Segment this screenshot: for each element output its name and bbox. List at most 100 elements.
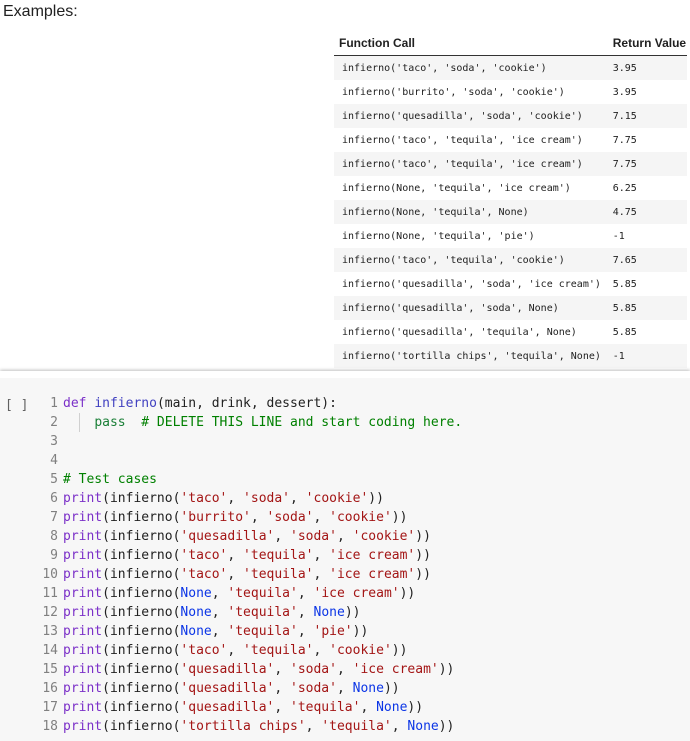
line-number: 10: [42, 567, 58, 582]
code-token: 'cookie': [329, 643, 392, 658]
code-token: print: [63, 605, 103, 620]
code-text: print(infierno('quesadilla', 'soda', 'ic…: [63, 660, 454, 679]
return-value-cell: 5.85: [603, 272, 687, 296]
code-token: 'soda': [290, 662, 337, 677]
return-value-cell: 5.85: [603, 320, 687, 344]
code-token: (infierno(: [102, 624, 181, 639]
code-token: 'taco': [180, 491, 228, 506]
code-token: 'tequila': [243, 643, 314, 658]
code-token: 'pie': [313, 624, 353, 639]
line-number: 11: [42, 586, 58, 601]
code-token: 'taco': [180, 548, 228, 563]
code-token: 'ice cream': [313, 586, 400, 601]
code-token: ,: [336, 529, 353, 544]
code-token: ,: [227, 491, 244, 506]
function-call-cell: infierno('taco', 'tequila', 'ice cream'): [334, 152, 604, 176]
code-token: infierno: [94, 396, 157, 411]
line-number: 9: [50, 548, 58, 563]
return-value-cell: 7.75: [603, 128, 687, 152]
code-text: print(infierno('tortilla chips', 'tequil…: [63, 717, 454, 736]
code-token: 'soda': [290, 681, 337, 696]
code-token: None: [352, 681, 384, 696]
code-token: ,: [274, 662, 290, 677]
code-token: (infierno(: [102, 529, 181, 544]
code-token: 'quesadilla': [180, 529, 275, 544]
code-token: ,: [211, 624, 228, 639]
code-token: ,: [211, 605, 228, 620]
run-cell-button[interactable]: [ ]: [5, 398, 28, 413]
code-token: None: [180, 624, 212, 639]
code-text: print(infierno('taco', 'tequila', 'cooki…: [63, 641, 407, 660]
code-token: (infierno(: [102, 491, 181, 506]
code-token: 'tequila': [243, 567, 314, 582]
header-function-call: Function Call: [334, 30, 604, 56]
code-token: ,: [274, 529, 290, 544]
code-token: (infierno(: [102, 586, 181, 601]
code-token: (infierno(: [102, 510, 181, 525]
code-text: pass # DELETE THIS LINE and start coding…: [63, 413, 462, 432]
code-token: 'soda': [243, 491, 291, 506]
code-text: print(infierno('quesadilla', 'soda', 'co…: [63, 527, 431, 546]
code-token: None: [180, 586, 212, 601]
table-row: infierno('taco', 'tequila', 'ice cream')…: [334, 128, 687, 152]
return-value-cell: 7.65: [603, 248, 687, 272]
code-token: 'tortilla chips': [180, 719, 306, 734]
line-number: 6: [50, 491, 58, 506]
code-token: (infierno(: [102, 662, 181, 677]
examples-table-body: infierno('taco', 'soda', 'cookie') 3.95 in…: [334, 55, 687, 368]
function-call-cell: infierno(None, 'tequila', 'pie'): [334, 224, 604, 248]
code-token: ,: [227, 548, 244, 563]
function-call-cell: infierno('taco', 'tequila', 'ice cream'): [334, 128, 604, 152]
code-token: print: [63, 548, 103, 563]
code-token: 'ice cream': [352, 662, 439, 677]
code-token: 'tequila': [290, 700, 361, 715]
code-text: print(infierno('taco', 'soda', 'cookie')…: [63, 489, 384, 508]
code-token: 'cookie': [352, 529, 416, 544]
function-call-cell: infierno('taco', 'soda', 'cookie'): [334, 55, 604, 80]
code-token: 'soda': [266, 510, 314, 525]
code-token: ,: [313, 567, 330, 582]
return-value-cell: 3.95: [603, 80, 687, 104]
code-token: 'quesadilla': [180, 681, 275, 696]
return-value-cell: -1: [603, 224, 687, 248]
code-token: )): [368, 491, 384, 506]
code-token: ,: [274, 681, 290, 696]
code-token: print: [63, 624, 103, 639]
code-token: (infierno(: [102, 700, 181, 715]
code-token: ,: [227, 567, 244, 582]
code-token: 'quesadilla': [180, 662, 275, 677]
code-token: print: [63, 510, 103, 525]
line-number: 16: [42, 681, 58, 696]
table-row: infierno('taco', 'tequila', 'ice cream')…: [334, 152, 687, 176]
line-number: 18: [42, 719, 58, 734]
code-token: (infierno(: [102, 548, 181, 563]
code-token: ,: [297, 605, 314, 620]
table-row: infierno('tortilla chips', 'tequila', No…: [334, 344, 687, 368]
code-token: ,: [290, 491, 306, 506]
return-value-cell: 3.95: [603, 55, 687, 80]
line-number: 14: [42, 643, 58, 658]
code-text: def infierno(main, drink, dessert):: [63, 394, 337, 413]
code-token: pass: [94, 415, 126, 430]
code-token: print: [63, 529, 103, 544]
code-text: print(infierno(None, 'tequila', 'pie')): [63, 622, 368, 641]
code-token: print: [63, 643, 103, 658]
markdown-cell[interactable]: Examples: Function Call Return Value inf…: [0, 0, 690, 371]
line-number: 12: [42, 605, 58, 620]
code-token: print: [63, 681, 103, 696]
line-number: 2: [50, 415, 58, 430]
code-token: (infierno(: [102, 681, 181, 696]
code-token: ,: [227, 643, 244, 658]
line-number: 5: [50, 472, 58, 487]
code-token: 'tequila': [227, 605, 298, 620]
code-token: def: [63, 396, 87, 411]
line-number: 8: [50, 529, 58, 544]
code-text: print(infierno('burrito', 'soda', 'cooki…: [63, 508, 407, 527]
code-cell[interactable]: [ ] 1 def infierno(main, drink, dessert):…: [0, 378, 690, 741]
code-token: (infierno(: [102, 567, 181, 582]
function-call-cell: infierno('burrito', 'soda', 'cookie'): [334, 80, 604, 104]
function-call-cell: infierno('quesadilla', 'soda', None): [334, 296, 604, 320]
table-row: infierno(None, 'tequila', 'pie') -1: [334, 224, 687, 248]
code-token: )): [438, 719, 455, 734]
